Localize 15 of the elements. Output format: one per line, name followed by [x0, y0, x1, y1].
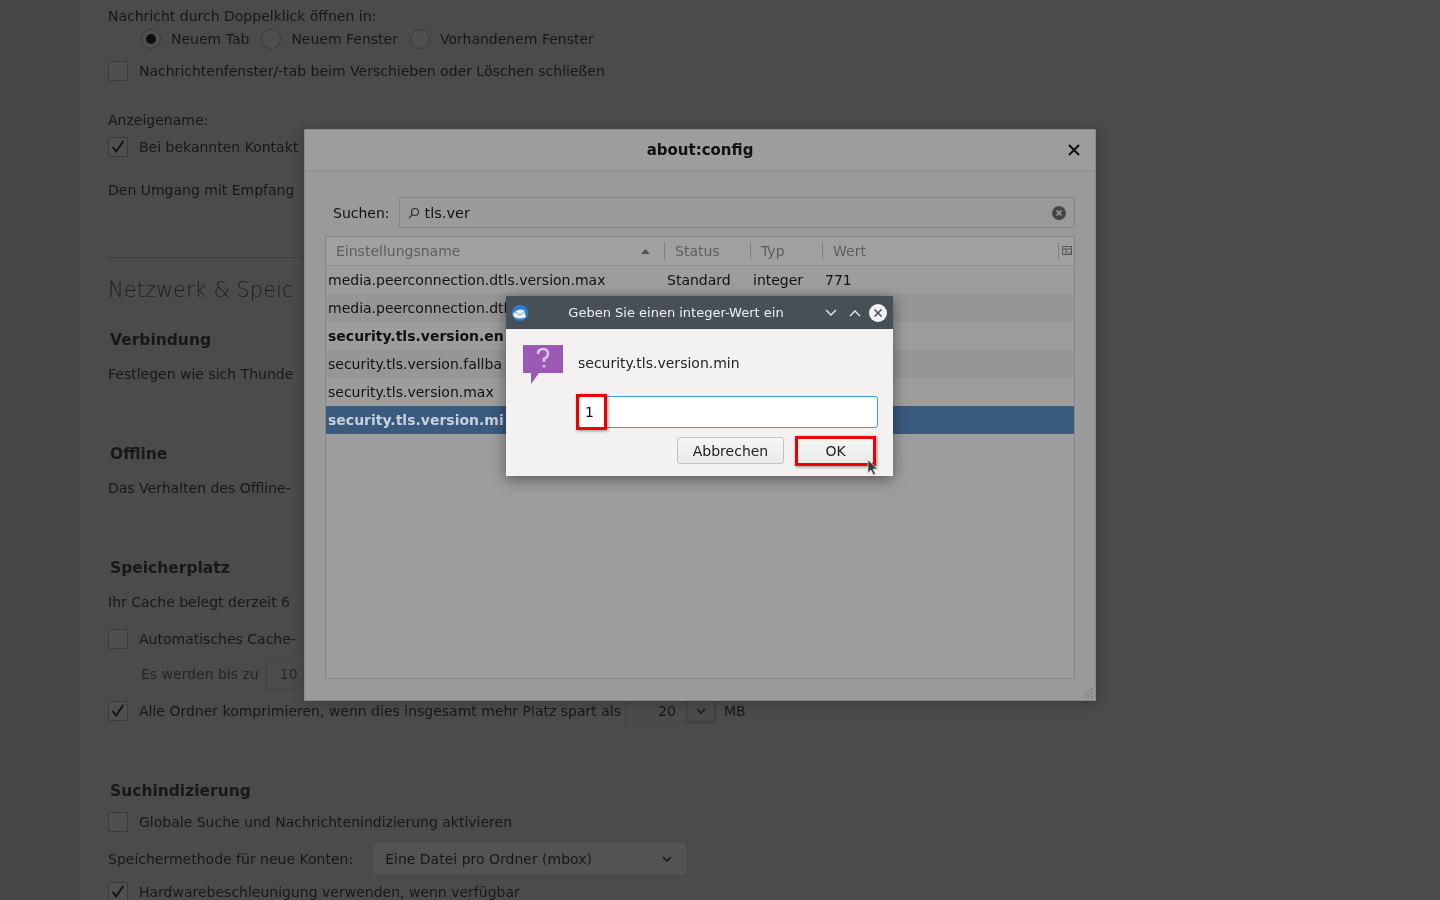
table-cell-text: security.tls.version.fallba	[327, 356, 502, 372]
search-value: tls.ver	[424, 204, 471, 221]
table-cell-text: Standard	[666, 272, 732, 288]
table-cell-text: media.peerconnection.dtls.version.max	[327, 272, 607, 288]
dialog-title: Geben Sie einen integer-Wert ein	[567, 305, 785, 320]
table-cell-text: security.tls.version.max	[327, 384, 494, 400]
dropdown-value: Eine Datei pro Ordner (mbox)	[385, 850, 592, 867]
table-cell-text: security.tls.version.mi	[327, 412, 504, 428]
prompt-message: security.tls.version.min	[578, 355, 740, 371]
table-cell-text: 771	[824, 272, 853, 288]
table-cell-text: security.tls.version.en	[327, 328, 504, 344]
dialog-title: about:config	[646, 141, 754, 159]
table-cell-text: integer	[752, 272, 805, 288]
table-cell-text: media.peerconnection.dtl	[327, 300, 508, 316]
search-label: Suchen:	[333, 204, 390, 221]
